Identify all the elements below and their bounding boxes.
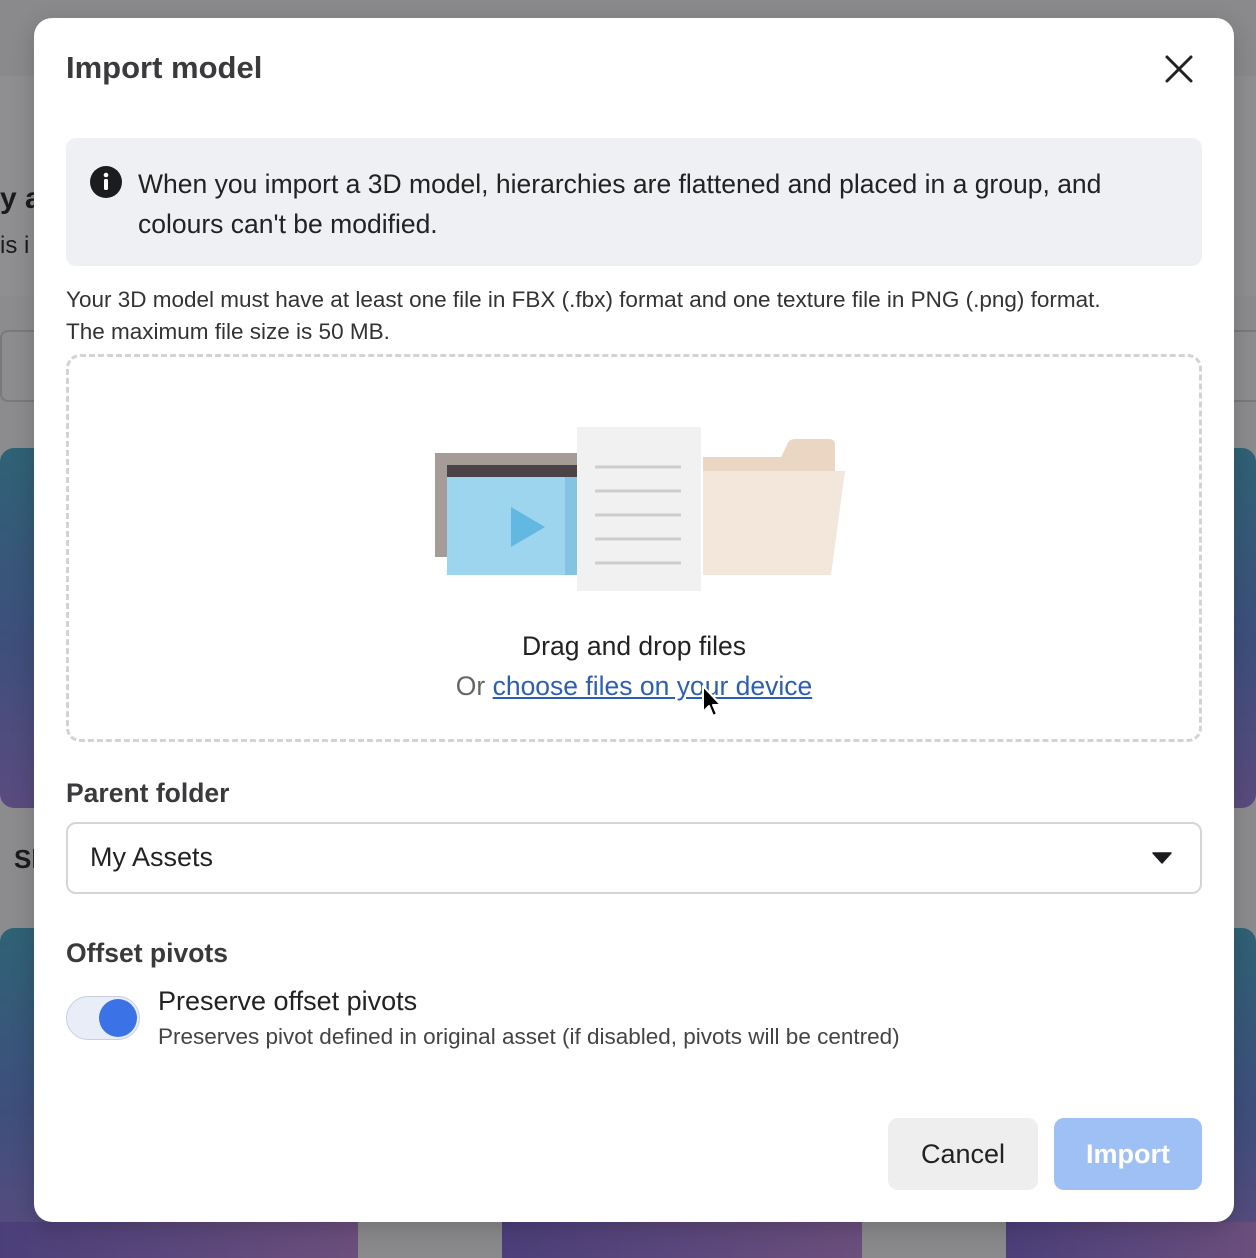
info-banner-text: When you import a 3D model, hierarchies … xyxy=(138,169,1102,239)
info-banner: When you import a 3D model, hierarchies … xyxy=(66,138,1202,266)
or-text: Or xyxy=(455,671,486,701)
drag-drop-text: Drag and drop files xyxy=(522,631,746,661)
cancel-button[interactable]: Cancel xyxy=(888,1118,1038,1190)
requirements-line: The maximum file size is 50 MB. xyxy=(66,319,390,344)
offset-pivots-label: Offset pivots xyxy=(66,938,228,968)
choose-files-line: Or choose files on your device xyxy=(69,671,1199,702)
info-icon xyxy=(90,166,122,198)
background-gap xyxy=(358,1222,502,1258)
background-card xyxy=(502,1222,862,1258)
import-button[interactable]: Import xyxy=(1054,1118,1202,1190)
background-gap xyxy=(862,1222,1006,1258)
close-button[interactable] xyxy=(1158,48,1200,90)
parent-folder-label: Parent folder xyxy=(66,778,230,808)
dialog-title: Import model xyxy=(66,50,263,85)
mouse-cursor-icon xyxy=(702,685,722,717)
parent-folder-select[interactable]: My Assets xyxy=(66,822,1202,894)
preserve-pivots-title: Preserve offset pivots xyxy=(158,986,418,1016)
close-icon xyxy=(1165,55,1193,83)
background-card xyxy=(0,1222,358,1258)
file-dropzone[interactable]: Drag and drop files Or choose files on y… xyxy=(66,354,1202,742)
caret-down-icon xyxy=(1152,852,1172,864)
toggle-knob xyxy=(99,999,137,1037)
files-illustration xyxy=(435,427,845,591)
requirements-line: Your 3D model must have at least one fil… xyxy=(66,287,1101,312)
preserve-pivots-toggle[interactable] xyxy=(66,996,140,1040)
parent-folder-value: My Assets xyxy=(90,842,214,872)
background-text: is i xyxy=(0,232,30,259)
requirements-text: Your 3D model must have at least one fil… xyxy=(66,284,1206,348)
import-model-dialog: Import model When you import a 3D model,… xyxy=(34,18,1234,1222)
background-card xyxy=(1006,1222,1256,1258)
preserve-pivots-description: Preserves pivot defined in original asse… xyxy=(158,1024,900,1049)
choose-files-link[interactable]: choose files on your device xyxy=(493,671,813,701)
